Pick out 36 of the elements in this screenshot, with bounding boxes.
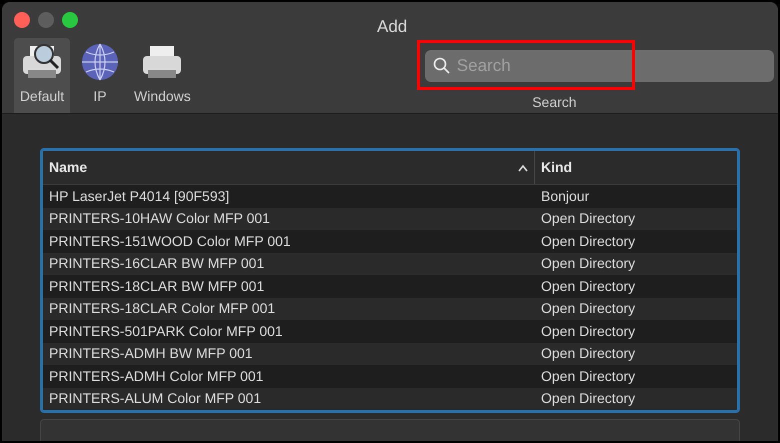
toolbar-button[interactable]: IP — [72, 38, 128, 113]
zoom-button[interactable] — [62, 12, 78, 28]
column-header[interactable]: Name — [43, 151, 535, 184]
table-cell-text: Open Directory — [540, 389, 636, 408]
table-cell-text: Open Directory — [540, 276, 636, 296]
table-cell-text: Bonjour — [540, 186, 590, 206]
table-cell-text: Open Directory — [540, 209, 636, 228]
table-row[interactable]: PRINTERS-18CLAR Color MFP 001 Open Directory — [43, 298, 737, 320]
table-cell-text: Open Directory — [540, 344, 636, 364]
search-label: Search — [532, 93, 577, 112]
globe-icon — [80, 42, 120, 82]
table-cell-text: HP LaserJet P4014 [90F593] — [48, 186, 230, 206]
table-cell-text: PRINTERS-501PARK Color MFP 001 — [48, 322, 284, 341]
toolbar-button[interactable]: Default — [14, 38, 70, 113]
table-cell-text: Open Directory — [540, 366, 636, 386]
table-cell-text: Open Directory — [540, 322, 636, 341]
table-row[interactable]: PRINTERS-16CLAR BW MFP 001 Open Directory — [43, 252, 737, 275]
search-icon — [432, 57, 451, 75]
table-row[interactable]: PRINTERS-ADMH BW MFP 001 Open Directory — [43, 342, 737, 365]
table-row[interactable]: PRINTERS-10HAW Color MFP 001 Open Directory — [43, 208, 737, 230]
table-cell-text: PRINTERS-10HAW Color MFP 001 — [48, 209, 271, 228]
table-cell-text: PRINTERS-18CLAR BW MFP 001 — [48, 276, 266, 296]
table-cell-text: PRINTERS-18CLAR Color MFP 001 — [48, 299, 276, 318]
close-button[interactable] — [14, 12, 30, 28]
table-cell-text: PRINTERS-151WOOD Color MFP 001 — [48, 232, 292, 251]
column-header[interactable]: Kind — [535, 151, 737, 184]
table-cell-text: PRINTERS-ADMH BW MFP 001 — [48, 344, 254, 364]
window-title: Add — [377, 16, 408, 38]
table-row[interactable]: PRINTERS-ALUM Color MFP 001 Open Directory — [43, 388, 737, 410]
table-cell-text: PRINTERS-ALUM Color MFP 001 — [48, 389, 262, 408]
table-cell-text: PRINTERS-16CLAR BW MFP 001 — [48, 254, 266, 274]
table-cell-text: PRINTERS-ADMH Color MFP 001 — [48, 366, 264, 386]
table-cell-text: Open Directory — [540, 254, 636, 274]
toolbar-button[interactable]: Windows — [130, 38, 195, 113]
table-cell-text: Open Directory — [540, 232, 636, 251]
table-cell-text: Open Directory — [540, 299, 636, 318]
